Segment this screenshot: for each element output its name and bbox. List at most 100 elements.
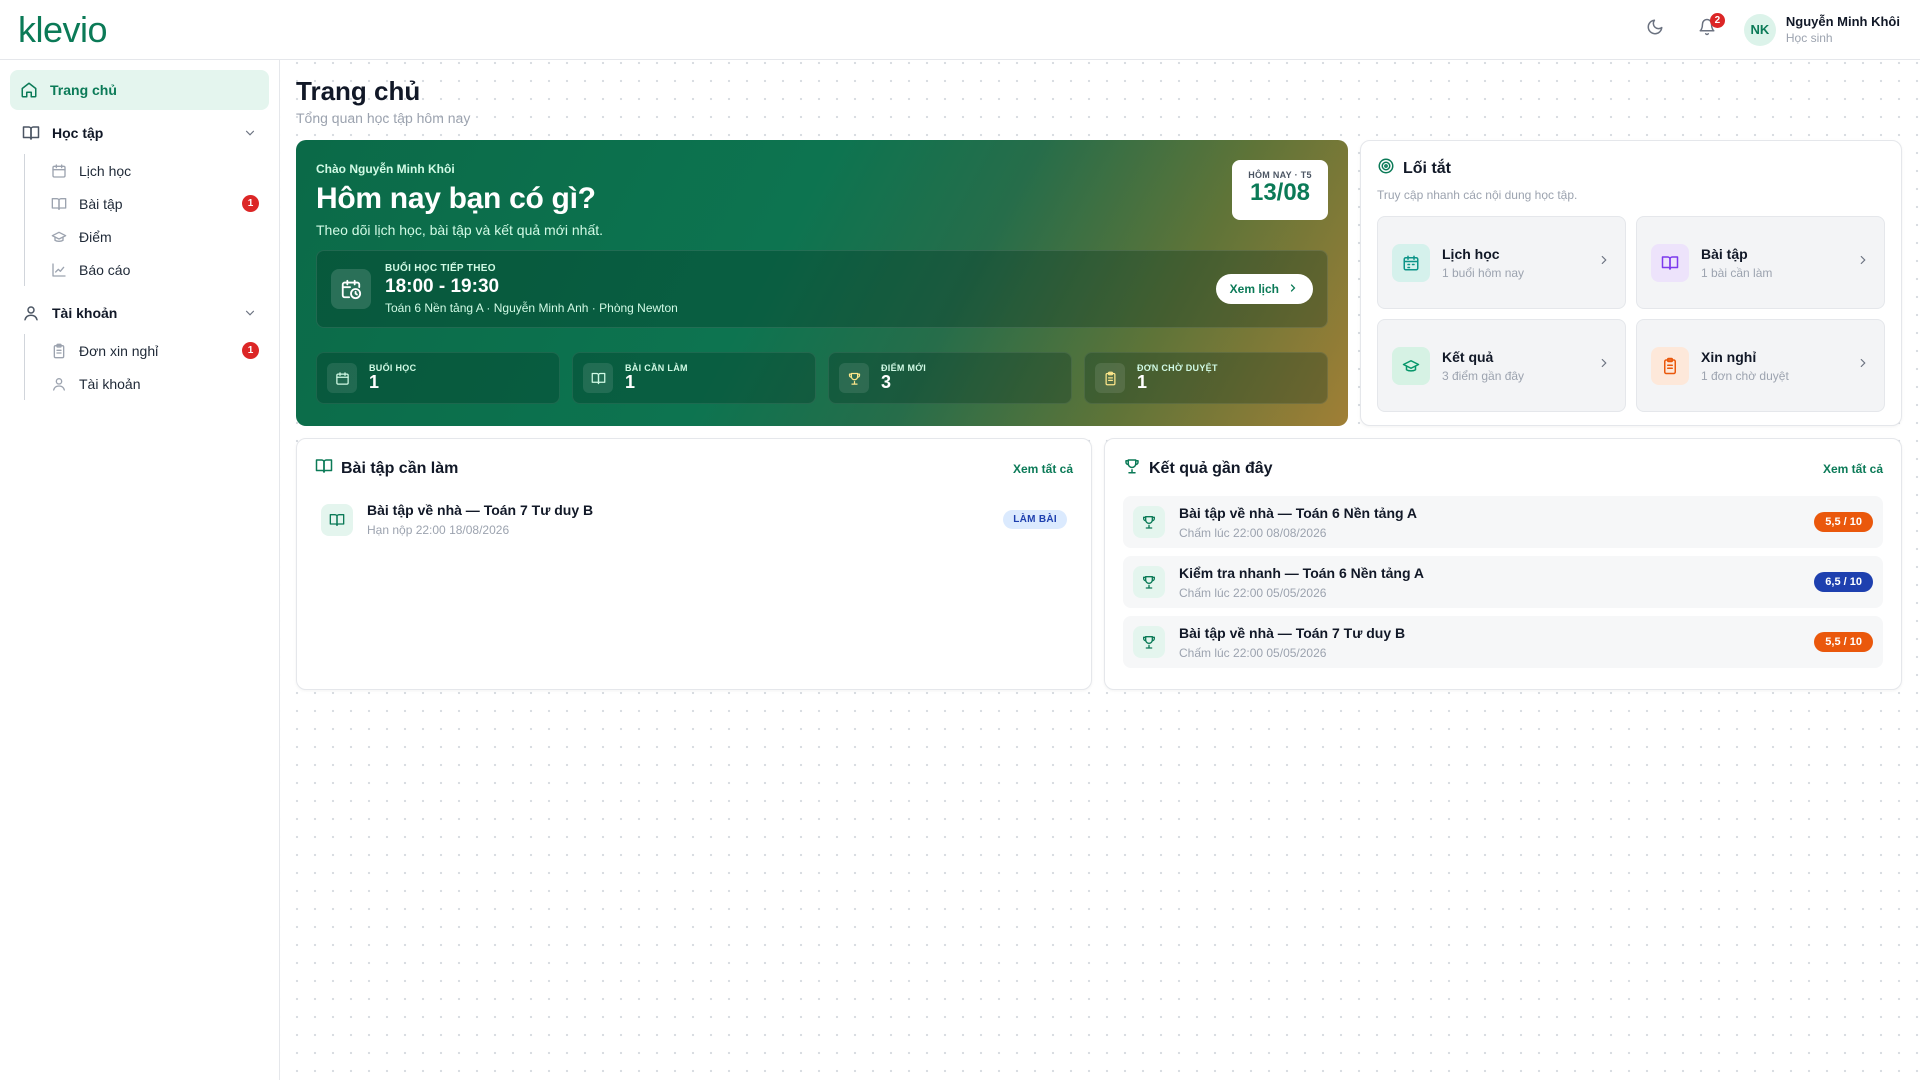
list-item[interactable]: Bài tập về nhà — Toán 7 Tư duy B Chấm lú… bbox=[1123, 616, 1883, 668]
notification-count-badge: 2 bbox=[1709, 12, 1725, 28]
sidebar-item-label: Tài khoản bbox=[79, 375, 141, 392]
user-menu[interactable]: NK Nguyễn Minh Khôi Học sinh bbox=[1743, 13, 1900, 46]
book-icon bbox=[583, 363, 613, 393]
shortcut-subtitle: 1 bài cần làm bbox=[1701, 265, 1773, 280]
stat-sessions: BUỔI HỌC 1 bbox=[316, 352, 560, 404]
todo-heading: Bài tập cần làm bbox=[315, 457, 458, 480]
score-badge: 6,5 / 10 bbox=[1814, 572, 1873, 592]
user-icon bbox=[51, 376, 67, 392]
next-session-panel: BUỔI HỌC TIẾP THEO 18:00 - 19:30 Toán 6 … bbox=[316, 250, 1328, 328]
sidebar-item-account[interactable]: Tài khoản bbox=[35, 367, 269, 400]
hero-stats: BUỔI HỌC 1 BÀI CẦN LÀM 1 ĐIỂM MỚI 3 ĐƠN … bbox=[316, 352, 1328, 404]
today-date: 13/08 bbox=[1249, 179, 1311, 206]
task-due: Hạn nộp 22:00 18/08/2026 bbox=[367, 523, 510, 537]
trophy-icon bbox=[1133, 626, 1165, 658]
list-item[interactable]: Bài tập về nhà — Toán 7 Tư duy B Hạn nộp… bbox=[315, 502, 1073, 537]
page-subtitle: Tổng quan học tập hôm nay bbox=[296, 110, 471, 126]
shortcut-title: Bài tập bbox=[1701, 245, 1748, 262]
book-icon bbox=[321, 503, 353, 536]
calendar-icon bbox=[327, 363, 357, 393]
results-see-all-link[interactable]: Xem tất cả bbox=[1823, 462, 1883, 476]
graduation-cap-icon bbox=[1392, 346, 1430, 385]
clipboard-icon bbox=[1651, 346, 1689, 385]
clipboard-icon bbox=[51, 343, 67, 359]
list-item[interactable]: Bài tập về nhà — Toán 6 Nền tảng A Chấm … bbox=[1123, 496, 1883, 548]
next-session-info: BUỔI HỌC TIẾP THEO 18:00 - 19:30 Toán 6 … bbox=[385, 263, 678, 315]
assignments-count-badge: 1 bbox=[242, 195, 259, 212]
hero-banner: Chào Nguyễn Minh Khôi Hôm nay bạn có gì?… bbox=[296, 140, 1348, 426]
sidebar-item-label: Báo cáo bbox=[79, 261, 131, 278]
result-title: Kiểm tra nhanh — Toán 6 Nền tảng A bbox=[1179, 564, 1425, 581]
top-bar: klevio 2 NK Nguyễn Minh Khôi Học sinh bbox=[0, 0, 1920, 60]
sidebar-item-assignments[interactable]: Bài tập 1 bbox=[35, 187, 269, 220]
dark-mode-toggle[interactable] bbox=[1640, 15, 1670, 45]
chevron-right-icon bbox=[1287, 282, 1299, 297]
leave-request-count-badge: 1 bbox=[242, 342, 259, 359]
do-assignment-button[interactable]: LÀM BÀI bbox=[1003, 510, 1067, 529]
shortcut-title: Xin nghỉ bbox=[1701, 348, 1757, 365]
results-heading: Kết quả gần đây bbox=[1123, 457, 1273, 480]
sidebar-account-list: Đơn xin nghỉ 1 Tài khoản bbox=[24, 334, 269, 400]
view-schedule-button[interactable]: Xem lịch bbox=[1215, 274, 1313, 304]
chevron-right-icon bbox=[1597, 253, 1611, 272]
calendar-icon bbox=[51, 163, 67, 179]
trophy-icon bbox=[839, 363, 869, 393]
book-icon bbox=[1651, 243, 1689, 282]
stat-pending-requests: ĐƠN CHỜ DUYỆT 1 bbox=[1084, 352, 1328, 404]
notifications-button[interactable]: 2 bbox=[1692, 12, 1725, 45]
today-date-box: HÔM NAY · T5 13/08 bbox=[1232, 160, 1328, 220]
next-session-label: BUỔI HỌC TIẾP THEO bbox=[385, 263, 496, 274]
shortcut-assignments[interactable]: Bài tập 1 bài cần làm bbox=[1636, 216, 1885, 309]
home-icon bbox=[20, 81, 38, 99]
line-chart-icon bbox=[51, 262, 67, 278]
sidebar-group-label: Học tập bbox=[52, 125, 104, 141]
result-title: Bài tập về nhà — Toán 7 Tư duy B bbox=[1179, 624, 1406, 641]
result-title: Bài tập về nhà — Toán 6 Nền tảng A bbox=[1179, 504, 1418, 521]
trophy-icon bbox=[1123, 457, 1141, 480]
chevron-right-icon bbox=[1597, 356, 1611, 375]
user-icon bbox=[22, 304, 40, 322]
shortcut-schedule[interactable]: Lịch học 1 buổi hôm nay bbox=[1377, 216, 1626, 309]
result-graded-time: Chấm lúc 22:00 05/05/2026 bbox=[1179, 585, 1327, 600]
sidebar-item-leave-request[interactable]: Đơn xin nghỉ 1 bbox=[35, 334, 269, 367]
chevron-right-icon bbox=[1856, 253, 1870, 272]
user-name: Nguyễn Minh Khôi bbox=[1785, 14, 1900, 29]
shortcut-subtitle: 1 buổi hôm nay bbox=[1442, 265, 1525, 280]
shortcuts-title: Lối tắt bbox=[1403, 159, 1451, 177]
shortcuts-description: Truy cập nhanh các nội dung học tập. bbox=[1377, 188, 1578, 202]
score-badge: 5,5 / 10 bbox=[1814, 512, 1873, 532]
sidebar-item-label: Bài tập bbox=[79, 195, 123, 212]
sidebar-item-reports[interactable]: Báo cáo bbox=[35, 253, 269, 286]
trophy-icon bbox=[1133, 506, 1165, 538]
sidebar-item-home[interactable]: Trang chủ bbox=[10, 70, 269, 110]
results-list: Bài tập về nhà — Toán 6 Nền tảng A Chấm … bbox=[1123, 496, 1883, 668]
result-graded-time: Chấm lúc 22:00 05/05/2026 bbox=[1179, 645, 1327, 660]
shortcuts-card: Lối tắt Truy cập nhanh các nội dung học … bbox=[1360, 140, 1902, 426]
book-icon bbox=[22, 124, 40, 142]
stat-assignments: BÀI CẦN LÀM 1 bbox=[572, 352, 816, 404]
shortcut-leave-request[interactable]: Xin nghỉ 1 đơn chờ duyệt bbox=[1636, 319, 1885, 412]
sidebar-item-grades[interactable]: Điểm bbox=[35, 220, 269, 253]
sidebar-group-account[interactable]: Tài khoản bbox=[10, 292, 269, 334]
sidebar-group-label: Tài khoản bbox=[52, 305, 118, 321]
book-icon bbox=[315, 457, 333, 480]
graduation-cap-icon bbox=[51, 229, 67, 245]
stat-value: 1 bbox=[1137, 372, 1148, 393]
shortcuts-heading: Lối tắt bbox=[1377, 157, 1885, 180]
top-actions: 2 NK Nguyễn Minh Khôi Học sinh bbox=[1640, 12, 1900, 46]
app-logo[interactable]: klevio bbox=[18, 11, 108, 48]
hero-greeting: Chào Nguyễn Minh Khôi bbox=[316, 162, 455, 176]
sidebar: Trang chủ Học tập Lịch học Bài tập 1 Điể… bbox=[0, 60, 280, 1080]
todo-see-all-link[interactable]: Xem tất cả bbox=[1013, 462, 1073, 476]
sidebar-group-study[interactable]: Học tập bbox=[10, 112, 269, 154]
chevron-right-icon bbox=[1856, 356, 1870, 375]
shortcut-subtitle: 1 đơn chờ duyệt bbox=[1701, 368, 1789, 383]
stat-value: 1 bbox=[625, 372, 636, 393]
list-item[interactable]: Kiểm tra nhanh — Toán 6 Nền tảng A Chấm … bbox=[1123, 556, 1883, 608]
sidebar-item-schedule[interactable]: Lịch học bbox=[35, 154, 269, 187]
moon-icon bbox=[1646, 18, 1664, 41]
sidebar-item-label: Đơn xin nghỉ bbox=[79, 342, 159, 359]
shortcut-results[interactable]: Kết quả 3 điểm gần đây bbox=[1377, 319, 1626, 412]
user-role: Học sinh bbox=[1785, 31, 1833, 45]
calendar-icon bbox=[1392, 243, 1430, 282]
